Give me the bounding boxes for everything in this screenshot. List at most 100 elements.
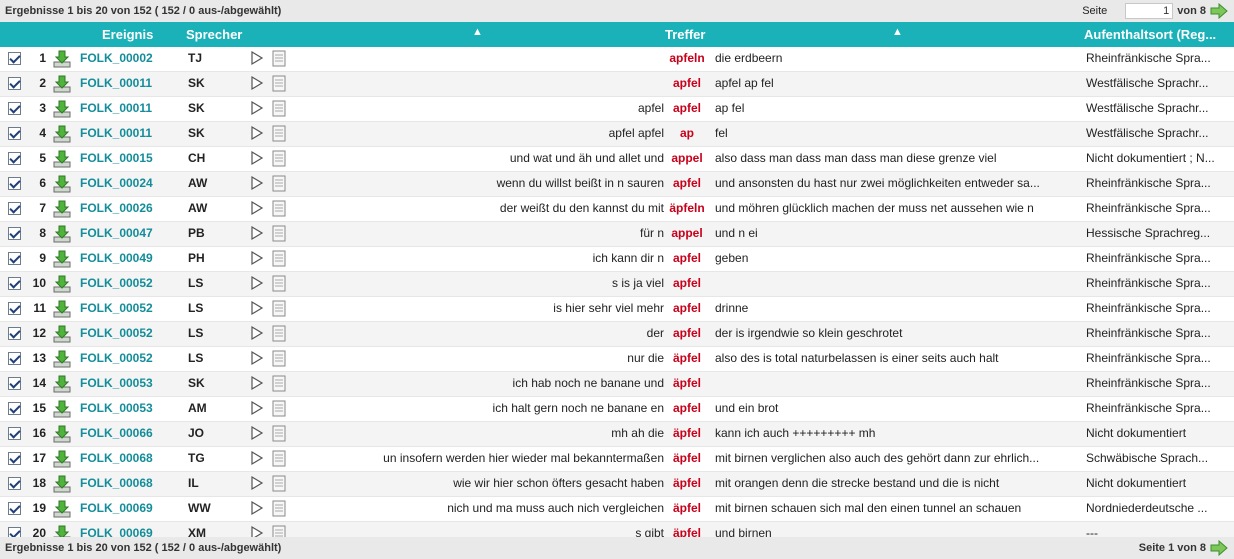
download-icon[interactable] — [52, 449, 72, 469]
event-link[interactable]: FOLK_00049 — [80, 251, 153, 265]
row-checkbox[interactable] — [8, 227, 21, 240]
row-checkbox[interactable] — [8, 502, 21, 515]
page-number-input[interactable] — [1125, 3, 1174, 19]
transcript-doc-icon[interactable] — [272, 50, 286, 67]
event-link[interactable]: FOLK_00052 — [80, 351, 153, 365]
table-row[interactable]: 11 FOLK_00052 LS is hier sehr viel mehr apfe… — [0, 297, 1234, 322]
play-icon[interactable] — [250, 375, 264, 391]
play-icon[interactable] — [250, 125, 264, 141]
play-icon[interactable] — [250, 425, 264, 441]
download-icon[interactable] — [52, 474, 72, 494]
row-checkbox[interactable] — [8, 77, 21, 90]
play-icon[interactable] — [250, 150, 264, 166]
event-link[interactable]: FOLK_00002 — [80, 51, 153, 65]
event-link[interactable]: FOLK_00053 — [80, 401, 153, 415]
transcript-doc-icon[interactable] — [272, 375, 286, 392]
match-keyword[interactable]: äpfel — [664, 351, 710, 365]
transcript-doc-icon[interactable] — [272, 100, 286, 117]
row-checkbox[interactable] — [8, 452, 21, 465]
table-row[interactable]: 9 FOLK_00049 PH ich kann dir n apfel geben Rhe… — [0, 247, 1234, 272]
download-icon[interactable] — [52, 299, 72, 319]
play-icon[interactable] — [250, 100, 264, 116]
match-keyword[interactable]: ap — [664, 126, 710, 140]
sort-right-context-icon[interactable]: ▲ — [892, 26, 903, 38]
play-icon[interactable] — [250, 275, 264, 291]
table-row[interactable]: 8 FOLK_00047 PB für n appel und n ei Hessische… — [0, 222, 1234, 247]
event-link[interactable]: FOLK_00052 — [80, 301, 153, 315]
table-row[interactable]: 19 FOLK_00069 WW nich und ma muss auch nich… — [0, 497, 1234, 522]
table-row[interactable]: 1 FOLK_00002 TJ apfeln die erdbeern Rheinfrän… — [0, 47, 1234, 72]
sort-left-context-icon[interactable]: ▲ — [472, 26, 483, 38]
row-checkbox[interactable] — [8, 127, 21, 140]
row-checkbox[interactable] — [8, 277, 21, 290]
col-header-match[interactable]: Treffer — [665, 27, 705, 42]
event-link[interactable]: FOLK_00024 — [80, 176, 153, 190]
row-checkbox[interactable] — [8, 377, 21, 390]
download-icon[interactable] — [52, 324, 72, 344]
match-keyword[interactable]: appel — [664, 151, 710, 165]
row-checkbox[interactable] — [8, 252, 21, 265]
row-checkbox[interactable] — [8, 402, 21, 415]
table-row[interactable]: 7 FOLK_00026 AW der weißt du den kannst du … — [0, 197, 1234, 222]
play-icon[interactable] — [250, 450, 264, 466]
match-keyword[interactable]: apfel — [664, 176, 710, 190]
match-keyword[interactable]: äpfel — [664, 476, 710, 490]
play-icon[interactable] — [250, 400, 264, 416]
table-row[interactable]: 10 FOLK_00052 LS s is ja viel apfel Rheinfrän… — [0, 272, 1234, 297]
transcript-doc-icon[interactable] — [272, 250, 286, 267]
transcript-doc-icon[interactable] — [272, 275, 286, 292]
transcript-doc-icon[interactable] — [272, 425, 286, 442]
event-link[interactable]: FOLK_00015 — [80, 151, 153, 165]
transcript-doc-icon[interactable] — [272, 225, 286, 242]
event-link[interactable]: FOLK_00068 — [80, 451, 153, 465]
download-icon[interactable] — [52, 149, 72, 169]
transcript-doc-icon[interactable] — [272, 175, 286, 192]
play-icon[interactable] — [250, 350, 264, 366]
match-keyword[interactable]: apfel — [664, 76, 710, 90]
table-row[interactable]: 13 FOLK_00052 LS nur die äpfel also des is to… — [0, 347, 1234, 372]
row-checkbox[interactable] — [8, 477, 21, 490]
download-icon[interactable] — [52, 224, 72, 244]
play-icon[interactable] — [250, 250, 264, 266]
event-link[interactable]: FOLK_00026 — [80, 201, 153, 215]
play-icon[interactable] — [250, 300, 264, 316]
match-keyword[interactable]: apfel — [664, 301, 710, 315]
event-link[interactable]: FOLK_00052 — [80, 326, 153, 340]
download-icon[interactable] — [52, 349, 72, 369]
match-keyword[interactable]: apfel — [664, 276, 710, 290]
match-keyword[interactable]: äpfeln — [664, 201, 710, 215]
play-icon[interactable] — [250, 225, 264, 241]
transcript-doc-icon[interactable] — [272, 350, 286, 367]
download-icon[interactable] — [52, 99, 72, 119]
col-header-event[interactable]: Ereignis — [102, 27, 153, 42]
match-keyword[interactable]: äpfel — [664, 451, 710, 465]
transcript-doc-icon[interactable] — [272, 200, 286, 217]
match-keyword[interactable]: äpfel — [664, 376, 710, 390]
event-link[interactable]: FOLK_00053 — [80, 376, 153, 390]
table-row[interactable]: 18 FOLK_00068 IL wie wir hier schon öfters … — [0, 472, 1234, 497]
transcript-doc-icon[interactable] — [272, 400, 286, 417]
event-link[interactable]: FOLK_00011 — [80, 76, 152, 90]
row-checkbox[interactable] — [8, 102, 21, 115]
table-row[interactable]: 15 FOLK_00053 AM ich halt gern noch ne bana… — [0, 397, 1234, 422]
transcript-doc-icon[interactable] — [272, 150, 286, 167]
row-checkbox[interactable] — [8, 427, 21, 440]
table-row[interactable]: 12 FOLK_00052 LS der apfel der is irgendwie s… — [0, 322, 1234, 347]
event-link[interactable]: FOLK_00011 — [80, 101, 152, 115]
match-keyword[interactable]: apfel — [664, 101, 710, 115]
table-row[interactable]: 3 FOLK_00011 SK apfel apfel ap fel Westfälisch… — [0, 97, 1234, 122]
col-header-speaker[interactable]: Sprecher — [186, 27, 242, 42]
transcript-doc-icon[interactable] — [272, 475, 286, 492]
download-icon[interactable] — [52, 274, 72, 294]
transcript-doc-icon[interactable] — [272, 500, 286, 517]
row-checkbox[interactable] — [8, 152, 21, 165]
match-keyword[interactable]: apfel — [664, 251, 710, 265]
download-icon[interactable] — [52, 499, 72, 519]
row-checkbox[interactable] — [8, 352, 21, 365]
download-icon[interactable] — [52, 424, 72, 444]
event-link[interactable]: FOLK_00068 — [80, 476, 153, 490]
event-link[interactable]: FOLK_00069 — [80, 501, 153, 515]
download-icon[interactable] — [52, 74, 72, 94]
transcript-doc-icon[interactable] — [272, 75, 286, 92]
play-icon[interactable] — [250, 50, 264, 66]
